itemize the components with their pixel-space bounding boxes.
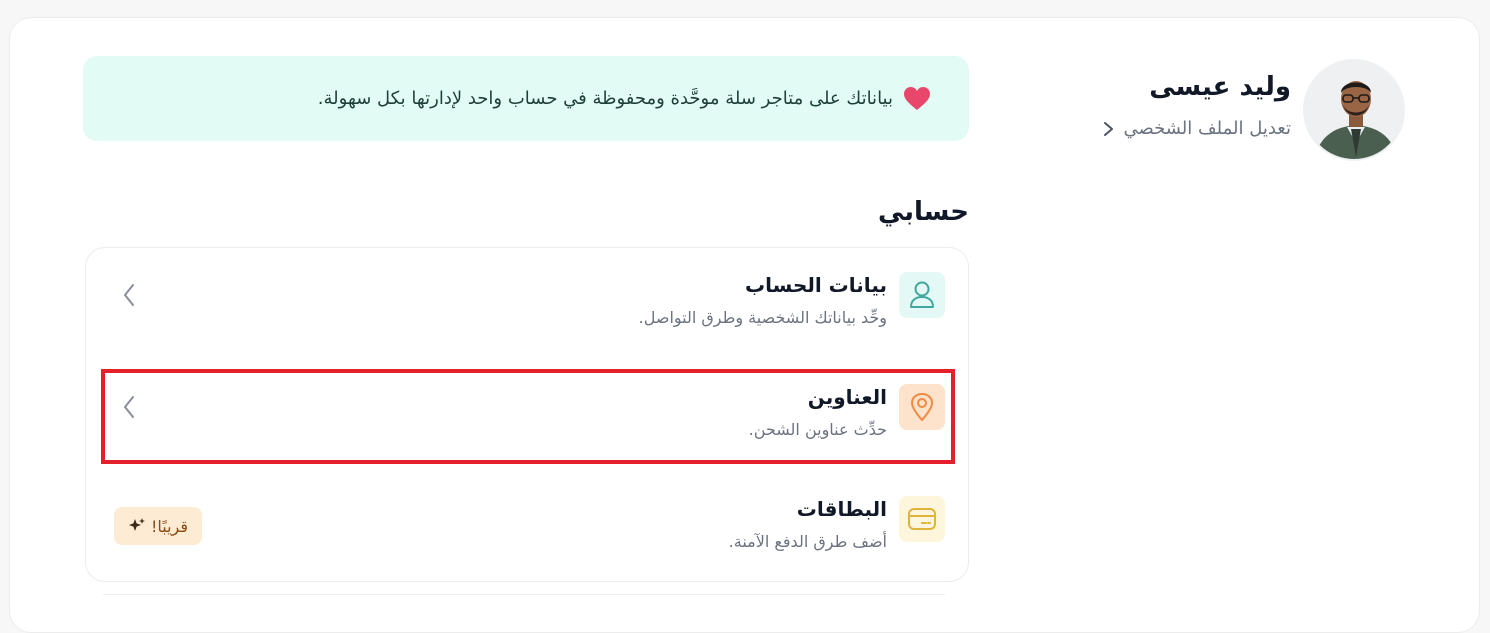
chevron-left-icon: [124, 396, 134, 418]
heart-icon: [904, 86, 930, 110]
user-icon: [899, 272, 945, 318]
menu-item-cards[interactable]: البطاقات أضف طرق الدفع الآمنة. قريبًا!: [86, 496, 970, 588]
chevron-right-icon: [1103, 121, 1113, 136]
badge-label: قريبًا!: [150, 516, 189, 536]
edit-profile-label: تعديل الملف الشخصي: [1123, 118, 1291, 139]
credit-card-icon: [899, 496, 945, 542]
menu-item-title: البطاقات: [796, 497, 887, 521]
edit-profile-link[interactable]: تعديل الملف الشخصي: [1102, 118, 1291, 139]
menu-item-description: وحِّد بياناتك الشخصية وطرق التواصل.: [638, 308, 887, 327]
profile-name: وليد عيسى: [1149, 72, 1291, 102]
section-title: حسابي: [877, 197, 969, 227]
menu-item-account-details[interactable]: بيانات الحساب وحِّد بياناتك الشخصية وطرق…: [86, 272, 970, 364]
menu-item-description: أضف طرق الدفع الآمنة.: [728, 532, 887, 551]
avatar[interactable]: [1303, 59, 1405, 161]
menu-item-title: بيانات الحساب: [744, 273, 887, 297]
coming-soon-badge: قريبًا!: [114, 507, 202, 545]
menu-item-addresses[interactable]: العناوين حدِّث عناوين الشحن.: [86, 384, 970, 476]
avatar-photo: [1305, 61, 1403, 159]
sparkle-icon: [128, 518, 145, 531]
account-menu-card: بيانات الحساب وحِّد بياناتك الشخصية وطرق…: [85, 247, 969, 582]
banner-text: بياناتك على متاجر سلة موحَّدة ومحفوظة في…: [317, 88, 893, 109]
menu-item-title: العناوين: [807, 385, 887, 409]
menu-item-description: حدِّث عناوين الشحن.: [748, 420, 887, 439]
info-banner: بياناتك على متاجر سلة موحَّدة ومحفوظة في…: [83, 56, 969, 141]
divider: [103, 594, 945, 595]
chevron-left-icon: [124, 284, 134, 306]
location-pin-icon: [899, 384, 945, 430]
